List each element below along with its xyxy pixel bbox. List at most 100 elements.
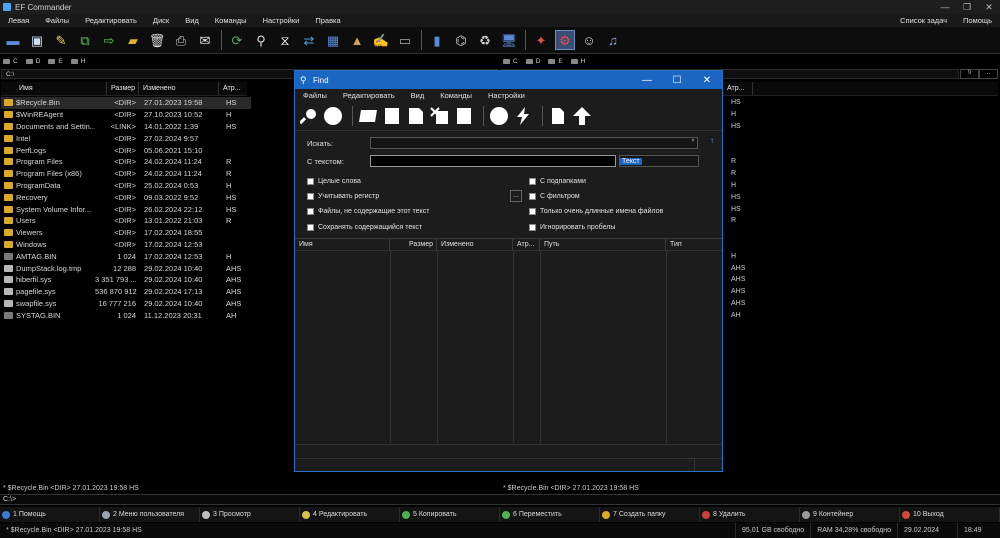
fkey-10-button[interactable]: 10 Выход bbox=[900, 507, 1000, 522]
settings-icon[interactable]: ⚙ bbox=[555, 30, 575, 50]
save-file-icon[interactable] bbox=[382, 106, 402, 126]
file-row[interactable]: Intel <DIR> 27.02.2024 9:57 bbox=[1, 132, 251, 144]
copy-to-panel-icon[interactable] bbox=[406, 106, 426, 126]
find-menu-view[interactable]: Вид bbox=[403, 91, 433, 100]
fkey-7-button[interactable]: 7 Создать папку bbox=[600, 507, 700, 522]
file-row[interactable]: Program Files <DIR> 24.02.2024 11:24 R bbox=[1, 156, 251, 168]
col-size[interactable]: Размер bbox=[107, 82, 139, 95]
edit-icon[interactable]: ✎ bbox=[51, 30, 71, 50]
recycle-icon[interactable]: ♻ bbox=[475, 30, 495, 50]
delete-found-icon[interactable] bbox=[430, 106, 450, 126]
up-arrow-icon[interactable] bbox=[572, 106, 592, 126]
whole-words-checkbox[interactable]: Целые слова bbox=[307, 178, 361, 185]
menu-left[interactable]: Левая bbox=[0, 16, 37, 25]
fkey-4-button[interactable]: 4 Редактировать bbox=[300, 507, 400, 522]
music-icon[interactable]: ♫ bbox=[603, 30, 623, 50]
drive-icon[interactable]: ▬ bbox=[3, 30, 23, 50]
menu-task-list[interactable]: Список задач bbox=[892, 16, 955, 25]
search-start-icon[interactable] bbox=[299, 106, 319, 126]
drive-c[interactable]: C bbox=[3, 58, 18, 65]
menu-settings[interactable]: Настройки bbox=[255, 16, 308, 25]
menu-edit[interactable]: Редактировать bbox=[77, 16, 145, 25]
subfolders-checkbox[interactable]: С подпапками bbox=[529, 178, 586, 185]
new-document-icon[interactable] bbox=[548, 106, 568, 126]
file-row[interactable]: Documents and Settin... <LINK> 14.01.2022 … bbox=[1, 121, 251, 133]
long-names-checkbox[interactable]: Только очень длинные имена файлов bbox=[529, 208, 663, 215]
users-icon[interactable]: ☺ bbox=[579, 30, 599, 50]
menu-commands[interactable]: Команды bbox=[207, 16, 255, 25]
result-col-type[interactable]: Тип bbox=[666, 239, 722, 250]
file-row[interactable]: ProgramData <DIR> 25.02.2024 0:53 H bbox=[1, 180, 251, 192]
result-col-path[interactable]: Путь bbox=[540, 239, 666, 250]
file-row[interactable]: PerfLogs <DIR> 05.06.2021 15:10 bbox=[1, 144, 251, 156]
file-row[interactable]: Windows <DIR> 17.02.2024 12:53 bbox=[1, 239, 251, 251]
file-row[interactable]: Recovery <DIR> 09.03.2022 9:52 HS bbox=[1, 191, 251, 203]
find-menu-settings[interactable]: Настройки bbox=[480, 91, 533, 100]
fkey-3-button[interactable]: 3 Просмотр bbox=[200, 507, 300, 522]
print-icon[interactable]: ⎙ bbox=[171, 30, 191, 50]
with-filter-checkbox[interactable]: С фильтром bbox=[529, 193, 580, 200]
menu-help[interactable]: Помощь bbox=[955, 16, 1000, 25]
fkey-5-button[interactable]: 5 Копировать bbox=[400, 507, 500, 522]
drive-e[interactable]: E bbox=[548, 58, 563, 65]
col-attr[interactable]: Атр... bbox=[723, 82, 753, 95]
match-case-checkbox[interactable]: Учитывать регистр bbox=[307, 193, 379, 200]
search-input[interactable] bbox=[370, 137, 698, 149]
file-row[interactable]: $Recycle.Bin <DIR> 27.01.2023 19:58 HS bbox=[1, 97, 251, 109]
drive-h[interactable]: H bbox=[70, 58, 85, 65]
collapse-arrow-icon[interactable]: ↑ bbox=[710, 136, 714, 145]
text-input[interactable] bbox=[370, 155, 616, 167]
refresh-icon[interactable]: ⟳ bbox=[227, 30, 247, 50]
find-icon[interactable]: ⚲ bbox=[251, 30, 271, 50]
find-menu-commands[interactable]: Команды bbox=[432, 91, 480, 100]
keep-text-checkbox[interactable]: Сохранять содержащийся текст bbox=[307, 224, 422, 231]
search-dropdown-icon[interactable]: ▾ bbox=[688, 137, 698, 149]
copy-icon[interactable]: ⧉ bbox=[75, 30, 95, 50]
bookmark-icon[interactable]: ▮ bbox=[427, 30, 447, 50]
network-icon[interactable]: ⌬ bbox=[451, 30, 471, 50]
not-containing-checkbox[interactable]: Файлы, не содержащие этот текст bbox=[307, 208, 429, 215]
root-button[interactable]: \\ bbox=[960, 69, 979, 79]
result-col-size[interactable]: Размер bbox=[390, 239, 437, 250]
drive-d[interactable]: D bbox=[525, 58, 540, 65]
ellipsis-button[interactable]: ... bbox=[510, 190, 522, 202]
filter-icon[interactable] bbox=[489, 106, 509, 126]
fkey-2-button[interactable]: 2 Меню пользователя bbox=[100, 507, 200, 522]
col-attr[interactable]: Атр... bbox=[219, 82, 247, 95]
text-mode-select[interactable]: Текст bbox=[619, 155, 699, 167]
file-row[interactable]: AMTAG.BIN 1 024 17.02.2024 12:53 H bbox=[1, 250, 251, 262]
result-col-modified[interactable]: Изменено bbox=[437, 239, 513, 250]
drive-d[interactable]: D bbox=[25, 58, 40, 65]
find-close-button[interactable]: ✕ bbox=[692, 75, 722, 86]
file-row[interactable]: $WinREAgent <DIR> 27.10.2023 10:52 H bbox=[1, 109, 251, 121]
maximize-button[interactable]: ❐ bbox=[956, 0, 978, 14]
unpack-icon[interactable]: ▲ bbox=[347, 30, 367, 50]
menu-right[interactable]: Правка bbox=[307, 16, 348, 25]
computer-icon[interactable]: 🖥 bbox=[499, 30, 519, 50]
file-row[interactable]: swapfile.sys 16 777 216 29.02.2024 10:40 AH… bbox=[1, 298, 251, 310]
file-row[interactable]: Users <DIR> 13.01.2022 21:03 R bbox=[1, 215, 251, 227]
find-menu-files[interactable]: Файлы bbox=[295, 91, 335, 100]
new-folder-icon[interactable]: ▰ bbox=[123, 30, 143, 50]
file-row[interactable]: pagefile.sys 536 870 912 29.02.2024 17:13 A… bbox=[1, 286, 251, 298]
file-row[interactable]: hiberfil.sys 3 351 793 ... 29.02.2024 10:4… bbox=[1, 274, 251, 286]
stop-icon[interactable] bbox=[323, 106, 343, 126]
tools-icon[interactable]: ✦ bbox=[531, 30, 551, 50]
fkey-6-button[interactable]: 6 Переместить bbox=[500, 507, 600, 522]
file-row[interactable]: Viewers <DIR> 17.02.2024 18:55 bbox=[1, 227, 251, 239]
delete-icon[interactable]: 🗑 bbox=[147, 30, 167, 50]
sync-icon[interactable]: ⇄ bbox=[299, 30, 319, 50]
menu-disk[interactable]: Диск bbox=[145, 16, 177, 25]
menu-files[interactable]: Файлы bbox=[37, 16, 77, 25]
drive-h[interactable]: H bbox=[570, 58, 585, 65]
fkey-1-button[interactable]: 1 Помощь bbox=[0, 507, 100, 522]
col-modified[interactable]: Изменено bbox=[139, 82, 219, 95]
minimize-button[interactable]: — bbox=[934, 0, 956, 14]
command-line[interactable]: C:\> bbox=[0, 494, 1000, 505]
file-row[interactable]: SYSTAG.BIN 1 024 11.12.2023 20:31 AH bbox=[1, 309, 251, 321]
parent-button[interactable]: .. bbox=[979, 69, 998, 79]
fkey-9-button[interactable]: 9 Контейнер bbox=[800, 507, 900, 522]
col-name[interactable]: Имя bbox=[1, 82, 107, 95]
fkey-8-button[interactable]: 8 Удалить bbox=[700, 507, 800, 522]
move-icon[interactable]: ⇨ bbox=[99, 30, 119, 50]
